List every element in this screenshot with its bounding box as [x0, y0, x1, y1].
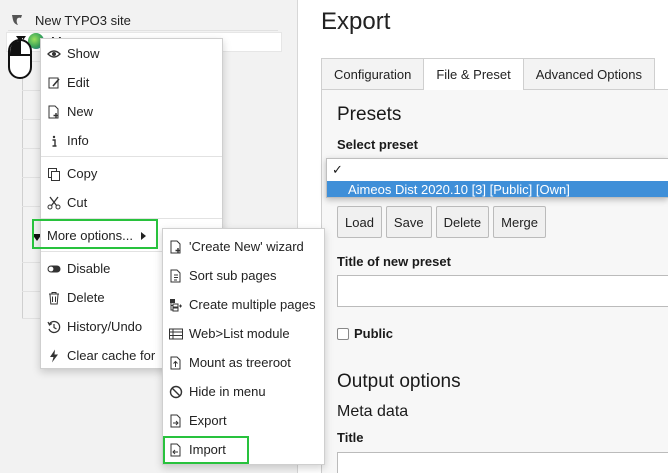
tab-configuration[interactable]: Configuration	[321, 58, 425, 89]
scissors-icon	[47, 196, 61, 210]
export-module: Export Configuration File & Preset Advan…	[299, 0, 668, 473]
typo3-logo-icon	[12, 15, 22, 25]
menu-item-label: Cut	[67, 195, 88, 210]
tree-divider	[22, 148, 40, 149]
new-page-icon	[47, 105, 61, 119]
lightning-icon	[47, 349, 61, 363]
menu-item-info[interactable]: Info	[41, 126, 222, 155]
tab-bar: Configuration File & Preset Advanced Opt…	[321, 58, 655, 90]
checkbox-box[interactable]	[337, 327, 349, 340]
new-page-icon	[169, 240, 183, 254]
select-preset-label: Select preset	[337, 137, 418, 152]
menu-item-new[interactable]: New	[41, 97, 222, 126]
meta-data-heading: Meta data	[337, 403, 409, 420]
hide-icon	[169, 385, 183, 399]
menu-divider	[41, 156, 222, 157]
menu-item-create-new-wizard[interactable]: 'Create New' wizard	[163, 232, 324, 261]
dropdown-option-empty[interactable]: ✓	[327, 159, 668, 181]
menu-item-label: Clear cache for	[67, 348, 156, 363]
menu-item-label: Show	[67, 46, 100, 61]
menu-item-mount-as-treeroot[interactable]: Mount as treeroot	[163, 348, 324, 377]
menu-item-label: History/Undo	[67, 319, 143, 334]
list-icon	[169, 327, 183, 341]
more-options-submenu: 'Create New' wizard Sort sub pages Creat…	[162, 228, 325, 465]
history-icon	[47, 320, 61, 334]
menu-item-label: More options...	[47, 228, 133, 243]
tree-divider	[22, 262, 40, 263]
load-button[interactable]: Load	[337, 206, 382, 238]
output-options-heading: Output options	[337, 371, 461, 392]
chevron-right-icon	[141, 231, 146, 240]
tree-divider	[22, 318, 40, 319]
mount-icon	[169, 356, 183, 370]
export-icon	[169, 414, 183, 428]
page-title: Export	[321, 8, 391, 35]
copy-icon	[47, 167, 61, 181]
tree-divider	[22, 177, 40, 178]
menu-item-show[interactable]: Show	[41, 39, 222, 68]
sort-icon	[169, 269, 183, 283]
menu-item-export[interactable]: Export	[163, 406, 324, 435]
eye-icon	[47, 47, 61, 61]
menu-item-hide-in-menu[interactable]: Hide in menu	[163, 377, 324, 406]
menu-item-label: Import	[189, 442, 226, 457]
menu-item-import[interactable]: Import	[163, 435, 324, 464]
new-preset-title-input[interactable]	[337, 275, 668, 307]
tab-advanced-options[interactable]: Advanced Options	[522, 58, 655, 89]
tree-divider	[22, 119, 40, 120]
menu-item-label: Hide in menu	[189, 384, 266, 399]
preset-dropdown[interactable]: ✓ Aimeos Dist 2020.10 [3] [Public] [Own]	[326, 158, 668, 198]
meta-title-input[interactable]	[337, 452, 668, 473]
tree-divider	[22, 291, 40, 292]
toggle-icon	[47, 262, 61, 276]
public-checkbox[interactable]: Public	[337, 326, 393, 341]
menu-item-label: 'Create New' wizard	[189, 239, 304, 254]
public-label: Public	[354, 326, 394, 341]
menu-item-label: Create multiple pages	[189, 297, 316, 312]
menu-item-label: Disable	[67, 261, 111, 276]
checkmark-icon: ✓	[332, 162, 343, 177]
menu-item-label: Edit	[67, 75, 90, 90]
import-icon	[169, 443, 183, 457]
menu-item-label: Info	[67, 133, 89, 148]
menu-item-copy[interactable]: Copy	[41, 159, 222, 188]
menu-item-label: Web>List module	[189, 326, 290, 341]
pencil-icon	[47, 76, 61, 90]
menu-item-label: Export	[189, 413, 227, 428]
tree-root[interactable]: New TYPO3 site	[10, 10, 131, 30]
menu-item-web-list-module[interactable]: Web>List module	[163, 319, 324, 348]
tree-root-label: New TYPO3 site	[35, 12, 131, 28]
menu-item-label: Mount as treeroot	[189, 355, 291, 370]
menu-item-edit[interactable]: Edit	[41, 68, 222, 97]
menu-item-label: Delete	[67, 290, 105, 305]
mouse-click-icon	[8, 39, 32, 79]
merge-button[interactable]: Merge	[493, 206, 546, 238]
multiple-pages-icon	[169, 298, 183, 312]
menu-item-create-multiple-pages[interactable]: Create multiple pages	[163, 290, 324, 319]
menu-item-sort-sub-pages[interactable]: Sort sub pages	[163, 261, 324, 290]
info-icon	[47, 134, 61, 148]
tree-divider	[8, 30, 278, 31]
tree-divider	[22, 90, 40, 91]
save-button[interactable]: Save	[385, 206, 432, 238]
title-label: Title	[337, 430, 364, 445]
dropdown-option-aimeos[interactable]: Aimeos Dist 2020.10 [3] [Public] [Own]	[327, 181, 668, 197]
delete-button[interactable]: Delete	[435, 206, 490, 238]
presets-heading: Presets	[337, 104, 402, 125]
menu-item-label: Copy	[67, 166, 98, 181]
title-new-preset-label: Title of new preset	[337, 254, 451, 269]
menu-item-label: Sort sub pages	[189, 268, 277, 283]
tab-file-preset[interactable]: File & Preset	[423, 58, 524, 90]
menu-item-label: New	[67, 104, 94, 119]
trash-icon	[47, 291, 61, 305]
menu-divider	[41, 218, 222, 219]
tree-divider	[22, 206, 40, 207]
tab-panel: Presets Select preset ✓ Aimeos Dist 2020…	[321, 89, 668, 473]
menu-item-cut[interactable]: Cut	[41, 188, 222, 217]
tree-branch-line	[22, 38, 23, 318]
preset-button-group: Load Save Delete Merge	[337, 206, 550, 238]
